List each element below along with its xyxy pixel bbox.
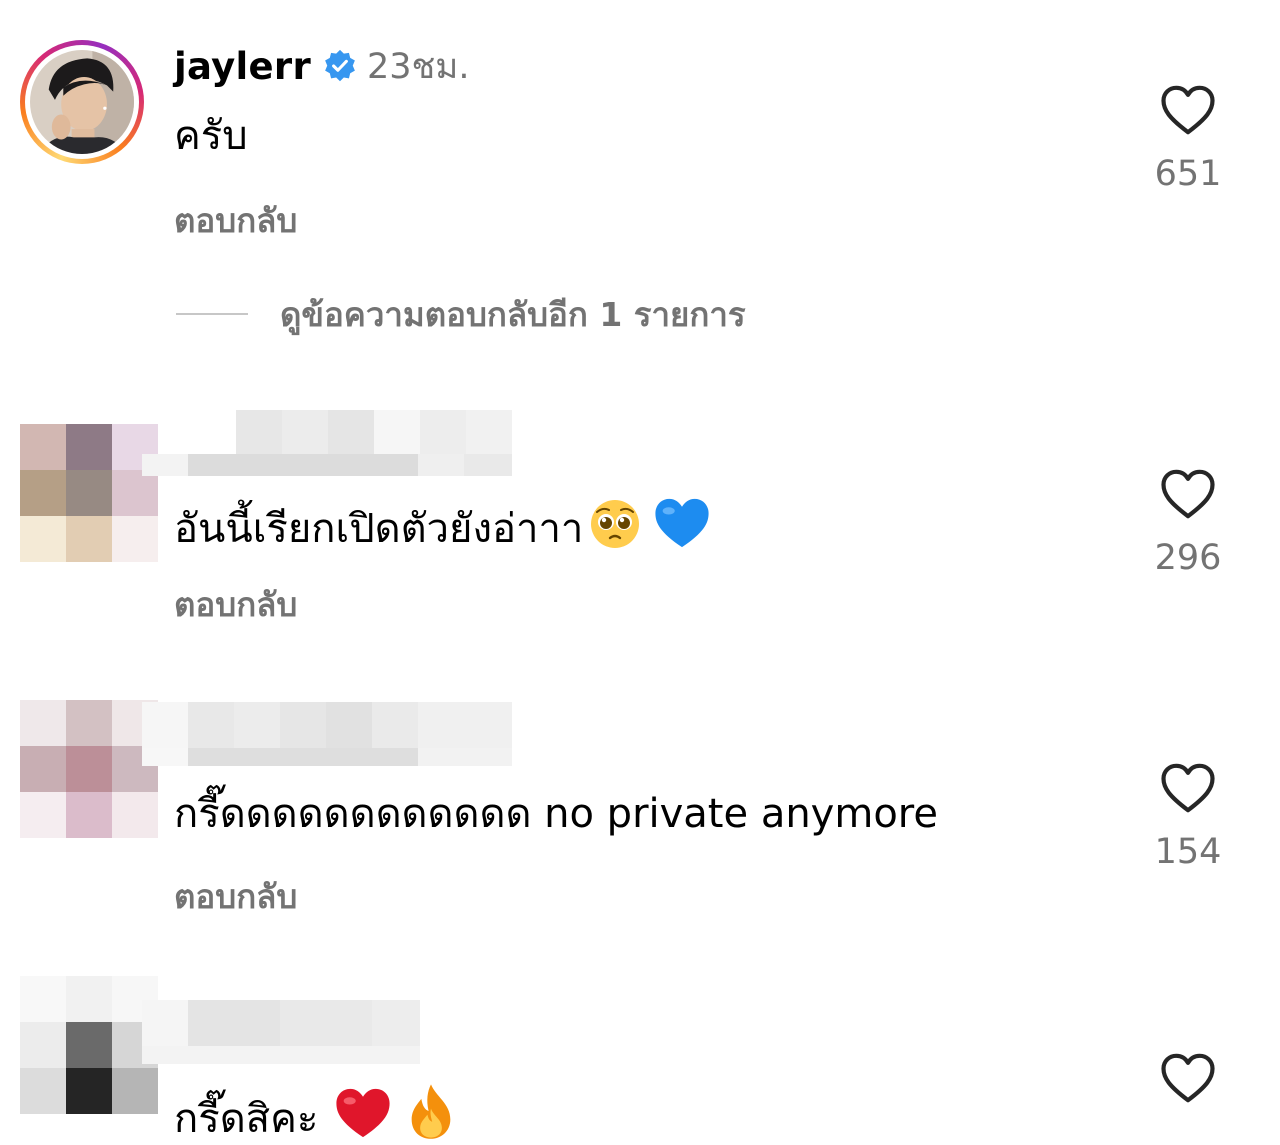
avatar-pixelated[interactable] xyxy=(20,976,158,1114)
comment-text: กรี๊ดสิคะ xyxy=(174,1082,456,1143)
comment-text: ครับ xyxy=(174,113,248,159)
heart-outline-icon[interactable] xyxy=(1160,762,1216,814)
fire-emoji-icon xyxy=(412,1084,451,1139)
avatar-pixelated[interactable] xyxy=(20,424,158,562)
username-pixelated[interactable] xyxy=(142,410,512,476)
username[interactable]: jaylerr xyxy=(174,45,311,88)
pleading-face-emoji-icon xyxy=(591,500,640,548)
heart-outline-icon[interactable] xyxy=(1160,1052,1216,1104)
like-count: 296 xyxy=(1154,538,1222,578)
reply-button[interactable]: ตอบกลับ xyxy=(174,194,297,247)
comment-text: อันนี้เรียกเปิดตัวยังอ่าาา xyxy=(174,496,711,553)
like-group: 154 xyxy=(1128,762,1248,872)
view-replies-button[interactable]: ดูข้อความตอบกลับอีก 1 รายการ xyxy=(176,290,746,338)
view-replies-label: ดูข้อความตอบกลับอีก 1 รายการ xyxy=(280,294,746,334)
like-group: 651 xyxy=(1128,84,1248,194)
reply-button[interactable]: ตอบกลับ xyxy=(174,578,297,631)
like-count: 154 xyxy=(1154,832,1222,872)
comment-header: jaylerr 23ชม. xyxy=(174,42,470,90)
comments-screen: jaylerr 23ชม. ครับ ตอบกลับ 651 ดูข้อความ… xyxy=(0,0,1280,1145)
like-group xyxy=(1128,1052,1248,1104)
username-pixelated[interactable] xyxy=(142,1000,420,1064)
like-group: 296 xyxy=(1128,468,1248,578)
timestamp: 23ชม. xyxy=(367,46,470,87)
avatar-pixelated[interactable] xyxy=(20,700,158,838)
heart-outline-icon[interactable] xyxy=(1160,468,1216,520)
reply-button[interactable]: ตอบกลับ xyxy=(174,870,297,923)
username-pixelated[interactable] xyxy=(142,702,512,766)
avatar-story-ring[interactable] xyxy=(20,40,144,164)
blue-heart-emoji-icon xyxy=(655,498,709,548)
avatar xyxy=(30,50,134,154)
heart-outline-icon[interactable] xyxy=(1160,84,1216,136)
comment-text: กรี๊ดดดดดดดดดดดด no private anymore xyxy=(174,791,938,837)
like-count: 651 xyxy=(1154,154,1222,194)
red-heart-emoji-icon xyxy=(336,1088,390,1138)
divider xyxy=(176,313,248,315)
verified-badge-icon xyxy=(325,49,355,82)
